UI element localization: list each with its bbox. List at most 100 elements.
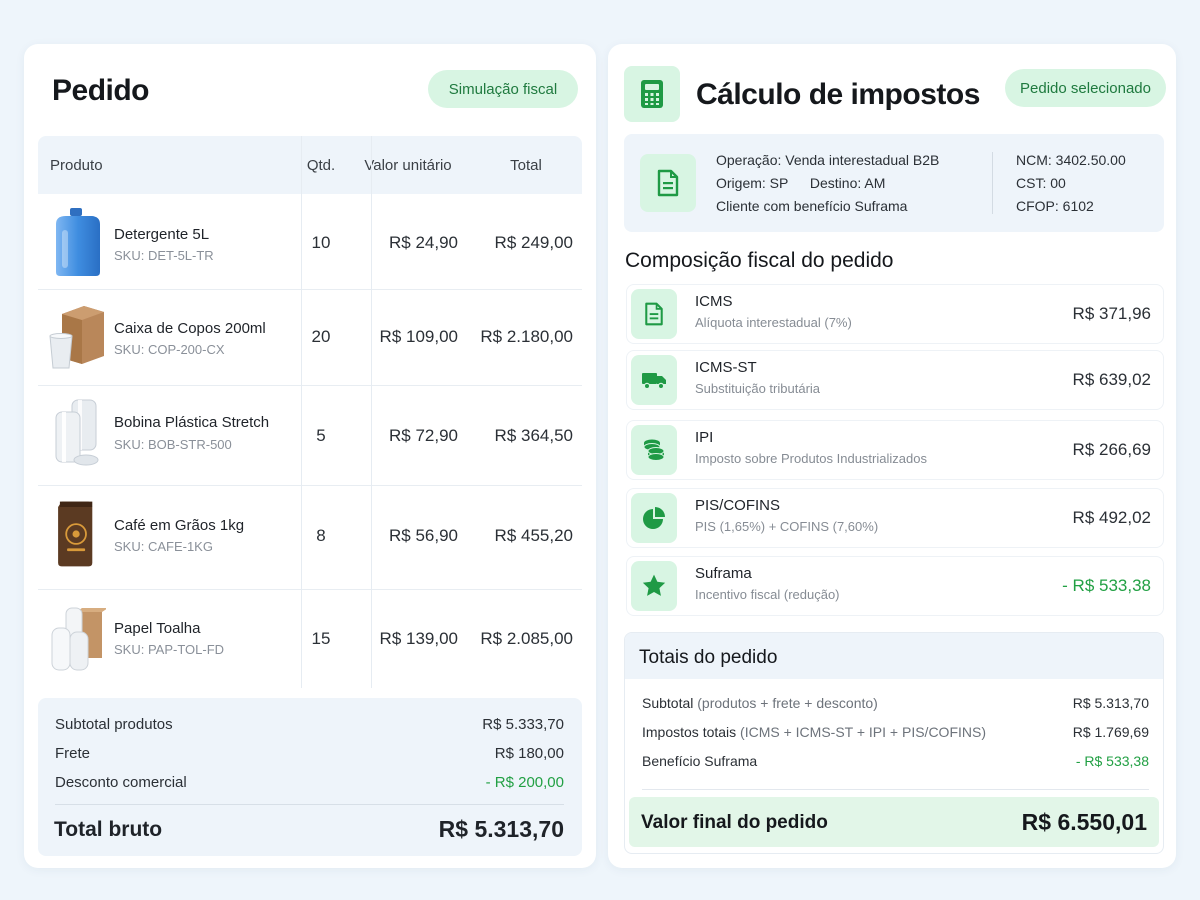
item-unit-price: R$ 109,00 bbox=[379, 327, 458, 346]
tax-item-icms[interactable]: ICMS Alíquota interestadual (7%) R$ 371,… bbox=[626, 284, 1164, 344]
tax-value: R$ 492,02 bbox=[1072, 508, 1151, 527]
item-qty: 15 bbox=[311, 629, 331, 648]
tax-description: PIS (1,65%) + COFINS (7,60%) bbox=[695, 519, 879, 534]
fiscal-simulation-badge[interactable]: Simulação fiscal bbox=[428, 70, 578, 108]
tax-description: Incentivo fiscal (redução) bbox=[695, 587, 840, 602]
calculator-icon bbox=[624, 66, 680, 122]
operation-route: Origem: SP Destino: AM bbox=[716, 175, 885, 191]
product-sku: SKU: COP-200-CX bbox=[114, 342, 225, 357]
table-row[interactable]: Caixa de Copos 200ml SKU: COP-200-CX 20 … bbox=[38, 290, 582, 386]
operation-destination: Destino: AM bbox=[809, 175, 886, 191]
coins-icon bbox=[631, 425, 677, 475]
composition-title: Composição fiscal do pedido bbox=[625, 249, 894, 272]
selected-order-badge[interactable]: Pedido selecionado bbox=[1005, 69, 1166, 107]
table-row[interactable]: Café em Grãos 1kg SKU: CAFE-1KG 8 R$ 56,… bbox=[38, 486, 582, 590]
tax-value: R$ 639,02 bbox=[1072, 370, 1151, 389]
item-qty: 20 bbox=[311, 327, 331, 346]
tax-description: Alíquota interestadual (7%) bbox=[695, 315, 852, 330]
column-divider bbox=[301, 136, 302, 688]
tax-value: - R$ 533,38 bbox=[1062, 576, 1151, 595]
stretch-rolls-image bbox=[55, 399, 99, 466]
tax-name: ICMS-ST bbox=[695, 359, 757, 376]
totals-taxes-note: (ICMS + ICMS-ST + IPI + PIS/COFINS) bbox=[740, 724, 986, 740]
document-icon bbox=[631, 289, 677, 339]
tax-name: ICMS bbox=[695, 293, 733, 310]
order-summary: Subtotal produtos R$ 5.333,70 Frete R$ 1… bbox=[38, 698, 582, 856]
totals-taxes-label: Impostos totais bbox=[642, 724, 737, 740]
totals-subtotal-note: (produtos + frete + desconto) bbox=[697, 695, 878, 711]
item-unit-price: R$ 72,90 bbox=[389, 426, 458, 445]
order-title: Pedido bbox=[52, 74, 150, 107]
tax-item-pis-cofins[interactable]: PIS/COFINS PIS (1,65%) + COFINS (7,60%) … bbox=[626, 488, 1164, 548]
table-row[interactable]: Detergente 5L SKU: DET-5L-TR 10 R$ 24,90… bbox=[38, 194, 582, 290]
order-items-table: Produto Qtd. Valor unitário Total Deterg… bbox=[38, 136, 582, 688]
tax-name: IPI bbox=[695, 429, 714, 446]
order-panel: Pedido Simulação fiscal Produto Qtd. Val… bbox=[24, 44, 596, 868]
item-qty: 5 bbox=[316, 426, 326, 445]
product-name: Papel Toalha bbox=[114, 620, 201, 637]
summary-subtotal-label: Subtotal produtos bbox=[55, 716, 173, 733]
tax-item-suframa[interactable]: Suframa Incentivo fiscal (redução) - R$ … bbox=[626, 556, 1164, 616]
column-header-total[interactable]: Total bbox=[478, 157, 574, 174]
column-header-product[interactable]: Produto bbox=[50, 157, 103, 174]
operation-client: Cliente com benefício Suframa bbox=[716, 198, 908, 214]
truck-icon bbox=[631, 355, 677, 405]
item-total: R$ 455,20 bbox=[494, 526, 573, 545]
summary-subtotal: Subtotal produtos R$ 5.333,70 bbox=[55, 716, 564, 733]
column-divider bbox=[371, 136, 372, 688]
item-total: R$ 249,00 bbox=[494, 233, 573, 252]
summary-discount-value: - R$ 200,00 bbox=[485, 774, 564, 791]
table-row[interactable]: Bobina Plástica Stretch SKU: BOB-STR-500… bbox=[38, 386, 582, 486]
item-unit-price: R$ 56,90 bbox=[389, 526, 458, 545]
operation-origin: Origem: SP bbox=[716, 175, 789, 191]
summary-freight-label: Frete bbox=[55, 745, 91, 762]
totals-benefit-value: - R$ 533,38 bbox=[1075, 753, 1149, 769]
cup-box-image bbox=[49, 306, 104, 369]
table-header: Produto Qtd. Valor unitário Total bbox=[38, 136, 582, 194]
totals-divider bbox=[642, 789, 1149, 790]
tax-value: R$ 371,96 bbox=[1072, 304, 1151, 323]
tax-name: Suframa bbox=[695, 565, 752, 582]
final-value-label: Valor final do pedido bbox=[641, 812, 828, 833]
item-total: R$ 2.180,00 bbox=[480, 327, 573, 346]
order-totals: Totais do pedido Subtotal (produtos + fr… bbox=[624, 632, 1164, 854]
gross-total-value: R$ 5.313,70 bbox=[438, 816, 564, 842]
totals-header: Totais do pedido bbox=[625, 633, 1163, 679]
coffee-bag-image bbox=[58, 501, 93, 567]
tax-item-icms-st[interactable]: ICMS-ST Substituição tributária R$ 639,0… bbox=[626, 350, 1164, 410]
final-value-amount: R$ 6.550,01 bbox=[1021, 809, 1147, 835]
gross-total-label: Total bruto bbox=[54, 818, 163, 841]
totals-taxes: Impostos totais (ICMS + ICMS-ST + IPI + … bbox=[642, 724, 1149, 740]
pie-chart-icon bbox=[631, 493, 677, 543]
totals-taxes-value: R$ 1.769,69 bbox=[1072, 724, 1149, 740]
paper-towel-image bbox=[51, 607, 106, 671]
tax-description: Imposto sobre Produtos Industrializados bbox=[695, 451, 927, 466]
product-name: Detergente 5L bbox=[114, 226, 210, 243]
product-sku: SKU: CAFE-1KG bbox=[114, 539, 213, 554]
product-sku: SKU: BOB-STR-500 bbox=[114, 437, 232, 452]
item-qty: 10 bbox=[311, 233, 331, 252]
column-header-unit-price[interactable]: Valor unitário bbox=[358, 157, 458, 174]
totals-subtotal-value: R$ 5.313,70 bbox=[1072, 695, 1149, 711]
operation-info: Operação: Venda interestadual B2B Origem… bbox=[624, 134, 1164, 232]
tax-name: PIS/COFINS bbox=[695, 497, 781, 514]
tax-item-ipi[interactable]: IPI Imposto sobre Produtos Industrializa… bbox=[626, 420, 1164, 480]
totals-subtotal-label: Subtotal bbox=[642, 695, 694, 711]
product-name: Caixa de Copos 200ml bbox=[114, 320, 266, 337]
summary-discount: Desconto comercial - R$ 200,00 bbox=[55, 774, 564, 791]
summary-freight: Frete R$ 180,00 bbox=[55, 745, 564, 762]
tax-panel: Cálculo de impostos Pedido selecionado O… bbox=[608, 44, 1176, 868]
product-name: Café em Grãos 1kg bbox=[114, 517, 245, 534]
totals-benefit-label: Benefício Suframa bbox=[642, 753, 758, 769]
column-header-qty[interactable]: Qtd. bbox=[299, 157, 343, 174]
product-sku: SKU: PAP-TOL-FD bbox=[114, 642, 225, 657]
cst-code: CST: 00 bbox=[1016, 175, 1066, 191]
star-icon bbox=[631, 561, 677, 611]
table-row[interactable]: Papel Toalha SKU: PAP-TOL-FD 15 R$ 139,0… bbox=[38, 590, 582, 688]
product-name: Bobina Plástica Stretch bbox=[114, 414, 270, 431]
item-total: R$ 2.085,00 bbox=[480, 629, 573, 648]
cfop-code: CFOP: 6102 bbox=[1016, 198, 1094, 214]
summary-divider bbox=[55, 804, 564, 805]
item-unit-price: R$ 24,90 bbox=[389, 233, 458, 252]
detergent-jug-image bbox=[56, 208, 100, 276]
